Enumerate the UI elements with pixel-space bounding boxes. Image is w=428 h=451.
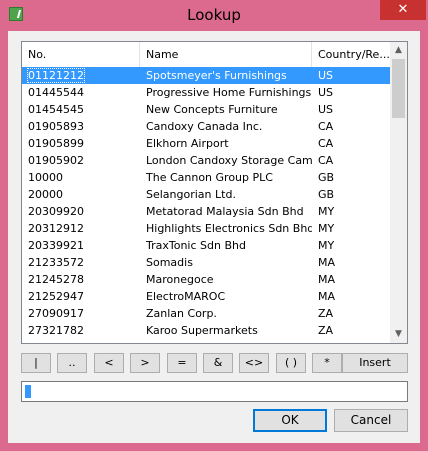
cell-country: CA: [318, 137, 334, 150]
table-row[interactable]: 01454545 New Concepts Furniture US: [22, 101, 391, 118]
operator-or-button[interactable]: |: [21, 353, 51, 373]
cell-country: ZA: [318, 307, 334, 320]
operator-equals-button[interactable]: =: [167, 353, 197, 373]
cell-name: Progressive Home Furnishings: [146, 86, 312, 99]
list-header: No. Name Country/Re...: [22, 42, 391, 67]
cell-name: New Concepts Furniture: [146, 103, 278, 116]
cell-name: Selangorian Ltd.: [146, 188, 236, 201]
table-row[interactable]: 27090917 Zanlan Corp. ZA: [22, 305, 391, 322]
table-row[interactable]: 20309920 Metatorad Malaysia Sdn Bhd MY: [22, 203, 391, 220]
cell-no: 20339921: [28, 239, 84, 252]
dialog-body: No. Name Country/Re... 01121212 Spotsmeye…: [8, 31, 420, 443]
cell-name: Spotsmeyer's Furnishings: [146, 69, 287, 82]
cell-country: GB: [318, 171, 335, 184]
cell-no: 21233572: [28, 256, 84, 269]
cell-country: MA: [318, 273, 336, 286]
table-row[interactable]: 01905902 London Candoxy Storage Campus CA: [22, 152, 391, 169]
cell-country: CA: [318, 154, 334, 167]
cell-no: 01454545: [28, 103, 84, 116]
scroll-down-arrow-icon[interactable]: ▼: [390, 326, 407, 343]
operator-parentheses-button[interactable]: ( ): [276, 353, 306, 373]
ok-button[interactable]: OK: [253, 409, 327, 432]
close-button[interactable]: ✕: [380, 0, 426, 20]
scroll-thumb[interactable]: [392, 59, 405, 118]
text-caret: [25, 385, 31, 398]
scroll-up-arrow-icon[interactable]: ▲: [390, 42, 407, 59]
cell-no: 01905902: [28, 154, 84, 167]
cell-no: 27321782: [28, 324, 84, 337]
column-header-country[interactable]: Country/Re...: [312, 42, 391, 67]
cell-no: 21245278: [28, 273, 84, 286]
table-row[interactable]: 20000 Selangorian Ltd. GB: [22, 186, 391, 203]
cell-no: 27090917: [28, 307, 84, 320]
table-row[interactable]: 21233572 Somadis MA: [22, 254, 391, 271]
table-row[interactable]: 21252947 ElectroMAROC MA: [22, 288, 391, 305]
cell-name: The Cannon Group PLC: [146, 171, 273, 184]
cell-no: 21252947: [28, 290, 84, 303]
cell-no: 01905899: [28, 137, 84, 150]
cell-country: US: [318, 103, 334, 116]
cell-country: MY: [318, 222, 335, 235]
table-row[interactable]: 01905899 Elkhorn Airport CA: [22, 135, 391, 152]
cell-no: 01445544: [28, 86, 84, 99]
operator-not-equal-button[interactable]: <>: [239, 353, 269, 373]
cell-name: Elkhorn Airport: [146, 137, 229, 150]
expression-input[interactable]: [21, 381, 408, 402]
operator-and-button[interactable]: &: [203, 353, 233, 373]
cell-country: MY: [318, 239, 335, 252]
operator-range-button[interactable]: ..: [57, 353, 87, 373]
title-bar: Lookup — ✕: [0, 0, 428, 30]
cell-no: 10000: [28, 171, 63, 184]
table-row[interactable]: 20339921 TraxTonic Sdn Bhd MY: [22, 237, 391, 254]
table-row[interactable]: 21245278 Maronegoce MA: [22, 271, 391, 288]
cell-name: London Candoxy Storage Campus: [146, 154, 312, 167]
column-header-no[interactable]: No.: [22, 42, 140, 67]
cell-country: MY: [318, 205, 335, 218]
cell-name: Metatorad Malaysia Sdn Bhd: [146, 205, 304, 218]
table-row[interactable]: 27321782 Karoo Supermarkets ZA: [22, 322, 391, 339]
table-row[interactable]: 01121212 Spotsmeyer's Furnishings US: [22, 67, 391, 84]
cell-name: Karoo Supermarkets: [146, 324, 258, 337]
column-header-name[interactable]: Name: [140, 42, 312, 67]
cell-country: GB: [318, 188, 335, 201]
table-row[interactable]: 20312912 Highlights Electronics Sdn Bhd MY: [22, 220, 391, 237]
cell-name: Highlights Electronics Sdn Bhd: [146, 222, 312, 235]
cell-name: Somadis: [146, 256, 193, 269]
cancel-button[interactable]: Cancel: [334, 409, 408, 432]
cell-no: 20000: [28, 188, 63, 201]
table-row[interactable]: 01905893 Candoxy Canada Inc. CA: [22, 118, 391, 135]
cell-no: 20309920: [28, 205, 84, 218]
lookup-window: Lookup — ✕ No. Name Country/Re... 011212…: [0, 0, 428, 451]
insert-button[interactable]: Insert: [342, 353, 408, 373]
cell-country: MA: [318, 256, 336, 269]
cell-no: 20312912: [28, 222, 84, 235]
cell-country: MA: [318, 290, 336, 303]
cell-country: ZA: [318, 324, 334, 337]
cell-name: Maronegoce: [146, 273, 214, 286]
cell-name: Candoxy Canada Inc.: [146, 120, 263, 133]
operator-less-than-button[interactable]: <: [94, 353, 124, 373]
list-rows: 01121212 Spotsmeyer's Furnishings US 014455…: [22, 67, 391, 339]
cell-country: US: [318, 69, 334, 82]
cell-name: TraxTonic Sdn Bhd: [146, 239, 246, 252]
cell-name: ElectroMAROC: [146, 290, 226, 303]
cell-no: 01905893: [28, 120, 84, 133]
operator-wildcard-button[interactable]: *: [312, 353, 342, 373]
window-title: Lookup: [187, 6, 241, 24]
cell-no: 01121212: [27, 68, 85, 83]
vertical-scrollbar[interactable]: ▲ ▼: [390, 42, 407, 343]
operator-greater-than-button[interactable]: >: [130, 353, 160, 373]
lookup-list[interactable]: No. Name Country/Re... 01121212 Spotsmeye…: [21, 41, 408, 344]
table-row[interactable]: 01445544 Progressive Home Furnishings US: [22, 84, 391, 101]
table-row[interactable]: 10000 The Cannon Group PLC GB: [22, 169, 391, 186]
cell-name: Zanlan Corp.: [146, 307, 217, 320]
cell-country: CA: [318, 120, 334, 133]
cell-country: US: [318, 86, 334, 99]
